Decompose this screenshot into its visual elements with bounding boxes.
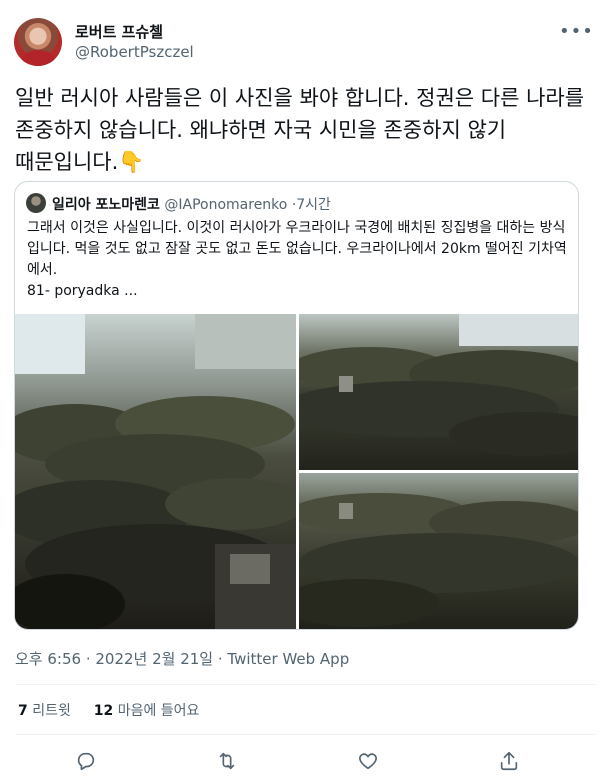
heart-icon[interactable] <box>355 748 381 774</box>
retweet-icon[interactable] <box>214 748 240 774</box>
reply-icon[interactable] <box>73 748 99 774</box>
quoted-handle: @IAPonomarenko <box>164 197 288 213</box>
author-avatar[interactable] <box>14 18 62 66</box>
retweets-count: 7 <box>18 703 28 719</box>
quoted-photo-3[interactable] <box>299 473 578 629</box>
quoted-text: 그래서 이것은 사실입니다. 이것이 러시아가 우크라이나 국경에 배치된 징집… <box>27 220 567 278</box>
quoted-photo-1[interactable] <box>15 314 296 629</box>
quoted-text-extra: 81- poryadka ... <box>27 283 138 299</box>
retweets-label: 리트윗 <box>32 703 71 719</box>
tweet-stats: 7 리트윗 12 마음에 들어요 <box>18 700 199 720</box>
share-icon[interactable] <box>496 748 522 774</box>
more-dots-icon[interactable]: ••• <box>559 22 593 42</box>
quoted-photo-2[interactable] <box>299 314 578 470</box>
tweet-timestamp[interactable]: 오후 6:56 · 2022년 2월 21일 · Twitter Web App <box>15 648 349 669</box>
likes-label: 마음에 들어요 <box>117 703 200 719</box>
likes-count: 12 <box>93 703 114 719</box>
quoted-header: 일리아 포노마렌코 @IAPonomarenko ·7시간 <box>52 194 331 214</box>
tweet-actions <box>0 748 609 774</box>
quoted-tweet[interactable]: 일리아 포노마렌코 @IAPonomarenko ·7시간 그래서 이것은 사실… <box>14 181 579 630</box>
divider <box>15 684 595 685</box>
tweet-text: 일반 러시아 사람들은 이 사진을 봐야 합니다. 정권은 다른 나라를 존중하… <box>15 86 585 174</box>
author-handle[interactable]: @RobertPszczel <box>75 43 194 61</box>
likes-stat[interactable]: 12 마음에 들어요 <box>94 703 200 719</box>
divider <box>15 734 595 735</box>
quoted-text-block: 그래서 이것은 사실입니다. 이것이 러시아가 우크라이나 국경에 배치된 징집… <box>27 218 572 302</box>
author-display-name[interactable]: 로버트 프슈첼 <box>75 21 163 42</box>
retweets-stat[interactable]: 7 리트윗 <box>18 703 71 719</box>
quoted-age: ·7시간 <box>291 197 331 213</box>
quoted-avatar <box>26 193 46 213</box>
quoted-display-name: 일리아 포노마렌코 <box>52 197 160 213</box>
